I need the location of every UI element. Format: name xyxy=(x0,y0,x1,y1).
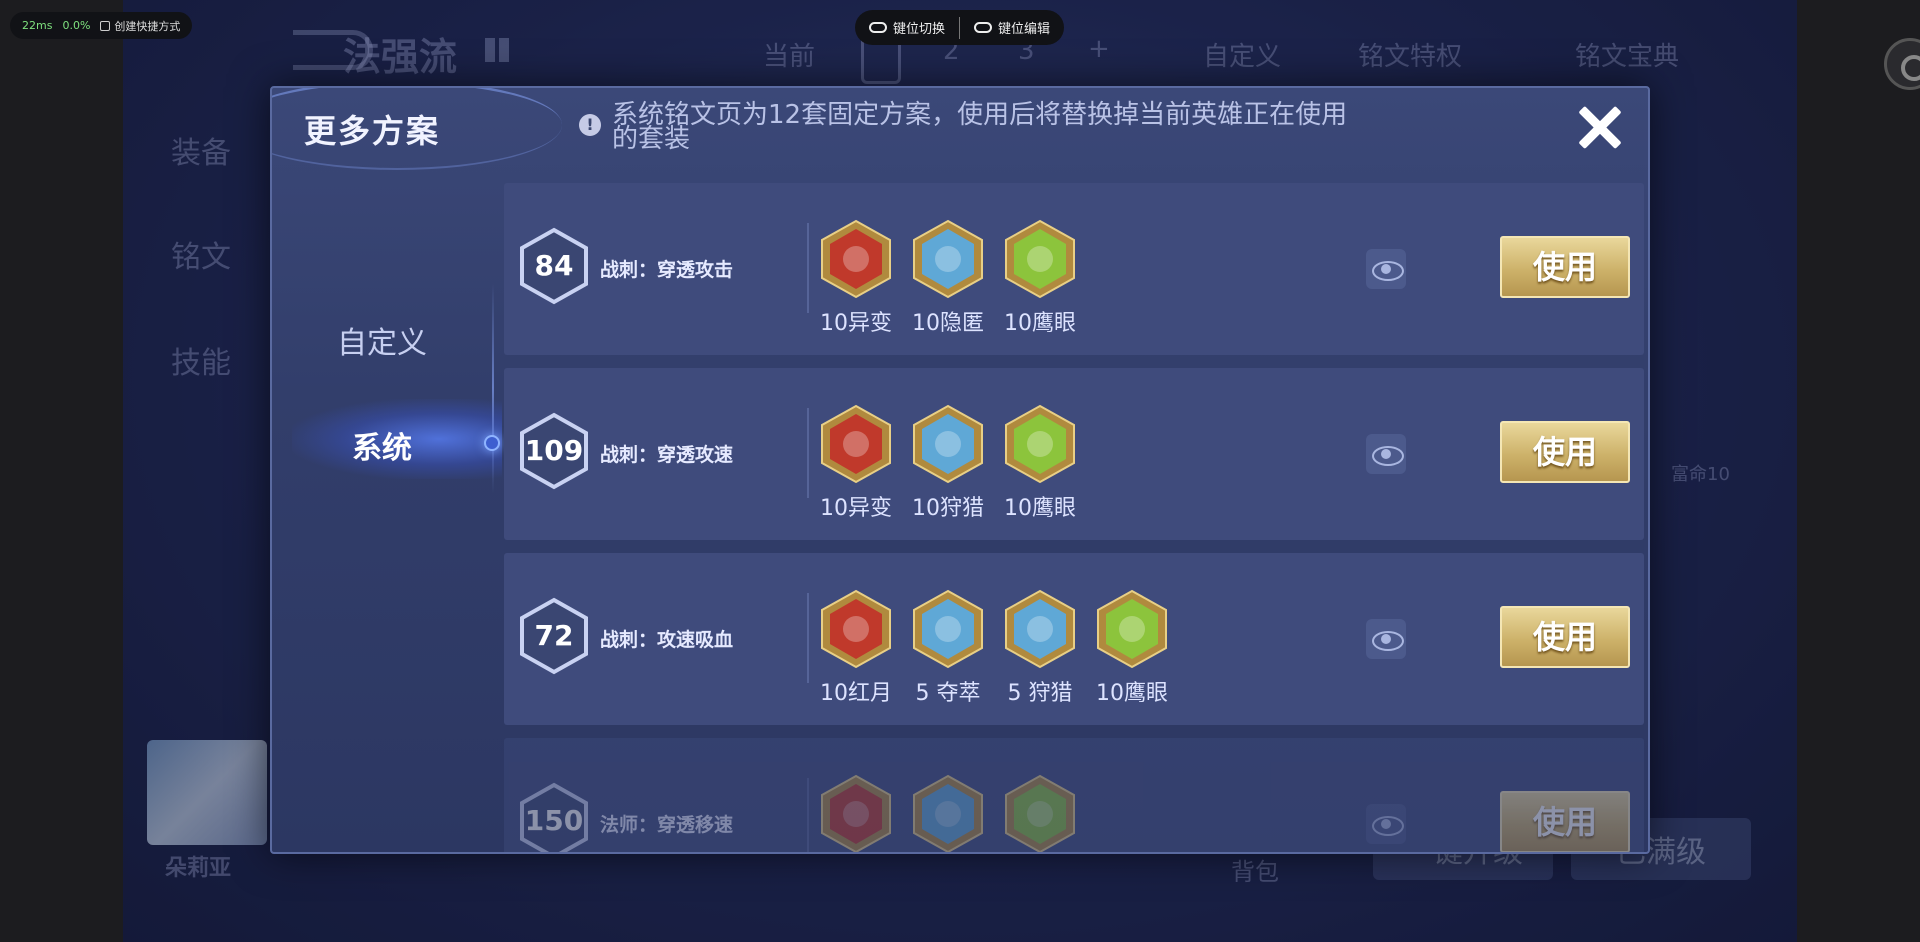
rune-item[interactable]: 5 夺萃 xyxy=(911,589,985,707)
red-rune-icon xyxy=(820,219,892,299)
blue-rune-icon xyxy=(1004,589,1076,669)
use-plan-button[interactable]: 使用 xyxy=(1500,791,1630,852)
gamepad-icon xyxy=(869,22,887,33)
rune-label: 10鹰眼 xyxy=(1004,311,1076,336)
rune-item[interactable] xyxy=(911,774,985,852)
loss-value: 0.0% xyxy=(62,19,91,32)
preview-eye-icon[interactable] xyxy=(1366,249,1406,289)
tab-custom[interactable]: 自定义 xyxy=(272,318,492,362)
green-rune-icon xyxy=(1004,219,1076,299)
shortcut-label: 创建快捷方式 xyxy=(114,19,181,33)
green-rune-icon xyxy=(1096,589,1168,669)
plan-name: 战刺：穿透攻击 xyxy=(600,259,734,281)
key-edit-label: 键位编辑 xyxy=(998,22,1051,37)
plan-level: 72 xyxy=(534,619,574,652)
rune-item[interactable]: 10异变 xyxy=(819,404,893,522)
keymap-toolbar: 键位切换 键位编辑 xyxy=(855,10,1065,45)
info-text: 系统铭文页为12套固定方案，使用后将替换掉当前英雄正在使用的套装 xyxy=(612,100,1348,154)
toolbar-divider xyxy=(959,16,961,39)
rune-label: 10鹰眼 xyxy=(1096,681,1168,706)
blue-rune-icon xyxy=(912,404,984,484)
rune-item[interactable]: 10狩猎 xyxy=(911,404,985,522)
nav-divider-line xyxy=(492,283,494,493)
perf-status-pill: 22ms 0.0% 创建快捷方式 xyxy=(10,12,193,39)
modal-title: 更多方案 xyxy=(304,112,441,150)
plan-row: 72 战刺：攻速吸血 10红月 5 夺萃 5 狩猎 10鹰眼 使用 xyxy=(504,553,1644,725)
key-switch-label: 键位切换 xyxy=(893,22,946,37)
rune-group: 10异变 10隐匿 10鹰眼 xyxy=(819,219,1077,337)
preview-eye-icon[interactable] xyxy=(1366,804,1406,844)
shortcut-link[interactable]: 创建快捷方式 xyxy=(100,18,180,34)
rune-label: 10异变 xyxy=(820,311,892,336)
rune-item[interactable]: 10鹰眼 xyxy=(1003,404,1077,522)
shortcut-icon xyxy=(100,20,111,31)
green-rune-icon xyxy=(1004,404,1076,484)
rune-item[interactable] xyxy=(819,774,893,852)
hero-avatar[interactable] xyxy=(147,740,267,845)
close-button[interactable] xyxy=(1572,100,1628,156)
use-plan-button[interactable]: 使用 xyxy=(1500,606,1630,668)
key-switch-button[interactable]: 键位切换 xyxy=(869,18,945,37)
rune-item[interactable]: 10鹰眼 xyxy=(1003,219,1077,337)
plan-list[interactable]: 84 战刺：穿透攻击 10异变 10隐匿 10鹰眼 使用 109 战刺：穿透攻速 10异变 10狩… xyxy=(504,183,1644,852)
rune-label: 5 夺萃 xyxy=(915,681,981,706)
rune-item[interactable]: 10异变 xyxy=(819,219,893,337)
rune-item[interactable]: 5 狩猎 xyxy=(1003,589,1077,707)
plan-name: 战刺：穿透攻速 xyxy=(600,444,734,466)
rune-label: 10隐匿 xyxy=(912,311,984,336)
more-plans-modal: 更多方案 ! 系统铭文页为12套固定方案，使用后将替换掉当前英雄正在使用的套装 … xyxy=(270,86,1650,854)
row-divider xyxy=(807,593,809,683)
row-divider xyxy=(807,778,809,852)
plan-level-badge: 84 xyxy=(519,227,589,305)
rune-label: 10狩猎 xyxy=(912,496,984,521)
plan-level: 150 xyxy=(524,804,584,837)
rune-label: 5 狩猎 xyxy=(1007,681,1073,706)
rune-label: 10异变 xyxy=(820,496,892,521)
blue-rune-icon xyxy=(912,774,984,852)
plan-name: 战刺：攻速吸血 xyxy=(600,629,734,651)
rune-group xyxy=(819,774,1077,852)
red-rune-icon xyxy=(820,404,892,484)
plan-row: 150 法师：穿透移速 使用 xyxy=(504,738,1644,852)
rune-item[interactable]: 10红月 xyxy=(819,589,893,707)
plan-row: 109 战刺：穿透攻速 10异变 10狩猎 10鹰眼 使用 xyxy=(504,368,1644,540)
green-rune-icon xyxy=(1004,774,1076,852)
preview-eye-icon[interactable] xyxy=(1366,619,1406,659)
plan-name: 法师：穿透移速 xyxy=(600,814,734,836)
rune-item[interactable]: 10隐匿 xyxy=(911,219,985,337)
info-icon: ! xyxy=(579,114,601,136)
blue-rune-icon xyxy=(912,589,984,669)
rune-item[interactable]: 10鹰眼 xyxy=(1095,589,1169,707)
plan-row: 84 战刺：穿透攻击 10异变 10隐匿 10鹰眼 使用 xyxy=(504,183,1644,355)
plan-level-badge: 72 xyxy=(519,597,589,675)
plan-level: 84 xyxy=(534,249,574,282)
blue-rune-icon xyxy=(912,219,984,299)
row-divider xyxy=(807,408,809,498)
active-tab-indicator xyxy=(484,435,500,451)
tab-system[interactable]: 系统 xyxy=(272,423,492,467)
plan-level: 109 xyxy=(524,434,584,467)
row-divider xyxy=(807,223,809,313)
red-rune-icon xyxy=(820,589,892,669)
preview-eye-icon[interactable] xyxy=(1366,434,1406,474)
plan-category-nav: 自定义 系统 xyxy=(272,183,502,852)
gamepad-icon xyxy=(974,22,993,33)
use-plan-button[interactable]: 使用 xyxy=(1500,421,1630,483)
rune-label: 10红月 xyxy=(820,681,892,706)
plan-level-badge: 150 xyxy=(519,782,589,852)
use-plan-button[interactable]: 使用 xyxy=(1500,236,1630,298)
floating-settings-icon[interactable] xyxy=(1884,38,1920,90)
rune-group: 10异变 10狩猎 10鹰眼 xyxy=(819,404,1077,522)
key-edit-button[interactable]: 键位编辑 xyxy=(974,18,1050,37)
rune-label: 10鹰眼 xyxy=(1004,496,1076,521)
plan-level-badge: 109 xyxy=(519,412,589,490)
latency-value: 22ms xyxy=(22,19,53,32)
red-rune-icon xyxy=(820,774,892,852)
rune-item[interactable] xyxy=(1003,774,1077,852)
rune-group: 10红月 5 夺萃 5 狩猎 10鹰眼 xyxy=(819,589,1169,707)
